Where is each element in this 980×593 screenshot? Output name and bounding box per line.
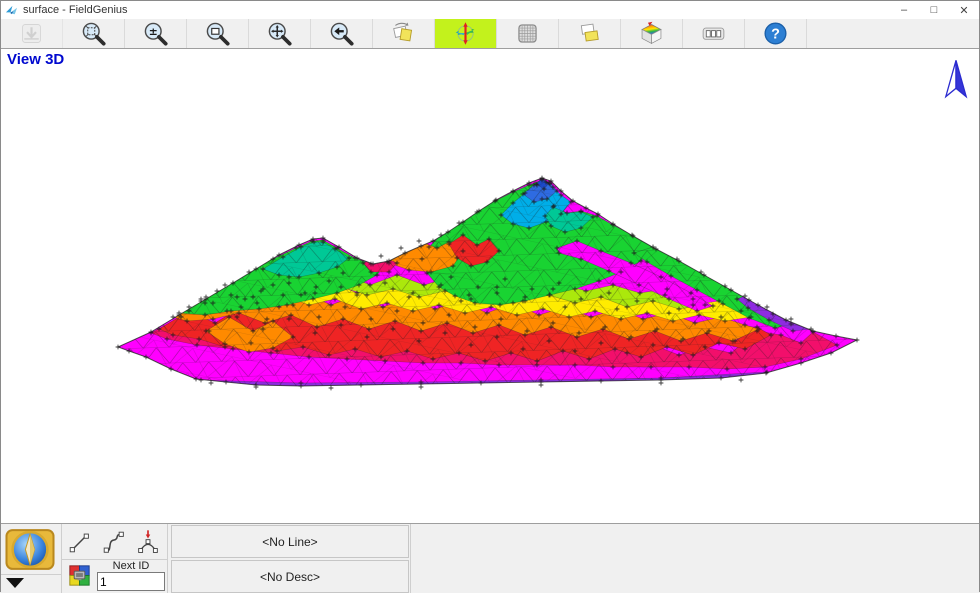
insert-node-button[interactable] <box>132 526 163 557</box>
toggles-icon <box>700 20 727 47</box>
draw-spline-button[interactable] <box>98 526 129 557</box>
band-saddle-orange <box>389 241 463 272</box>
zoom-window-icon <box>204 20 231 47</box>
band-crimson-sliver <box>363 256 397 272</box>
band-teal-right-strip <box>545 207 593 232</box>
band-orange-left-patch <box>206 317 293 352</box>
zoom-scale-button[interactable] <box>125 19 187 48</box>
cube-icon <box>638 20 665 47</box>
app-window: surface - FieldGenius – □ ✕ <box>0 0 980 592</box>
band-yellow-band <box>189 281 751 321</box>
zoom-pan-button[interactable] <box>249 19 311 48</box>
title-bar: surface - FieldGenius – □ ✕ <box>1 1 979 19</box>
band-yellowgreen-band <box>206 273 705 309</box>
map-canvas[interactable]: View 3D <box>1 49 979 523</box>
band-violet-ridge-wedge <box>737 296 811 331</box>
branch-icon <box>134 528 162 556</box>
no-desc-button[interactable]: <No Desc> <box>171 560 409 593</box>
zoom-previous-button[interactable] <box>311 19 373 48</box>
band-blue-cap <box>523 179 557 202</box>
grid-icon <box>514 20 541 47</box>
band-green-left-peak <box>179 240 387 315</box>
band-saddle-red <box>449 235 499 266</box>
rotate-view-button[interactable] <box>373 19 435 48</box>
window-title: surface - FieldGenius <box>23 4 889 16</box>
band-orange-band <box>173 293 759 341</box>
help-icon <box>762 20 789 47</box>
orbit-icon <box>452 20 479 47</box>
app-logo-icon <box>5 4 18 17</box>
band-teal-left-crest <box>263 242 349 277</box>
help-button[interactable] <box>745 19 807 48</box>
band-green-right-slope <box>634 247 791 328</box>
next-id-label: Next ID <box>97 560 165 572</box>
band-red-band <box>159 305 771 361</box>
zoom-scale-icon <box>142 20 169 47</box>
store-point-button[interactable] <box>1 19 63 48</box>
zoom-extents-button[interactable] <box>63 19 125 48</box>
bottom-toolbar: Next ID <No Line> <No Desc> <box>1 523 979 593</box>
toggles-button[interactable] <box>683 19 745 48</box>
instrument-dropdown-arrow[interactable] <box>6 578 24 588</box>
band-magenta-ridge-strip <box>557 241 713 311</box>
store-icon <box>18 20 45 47</box>
band-base-magenta <box>118 178 857 386</box>
toolbar <box>1 19 979 49</box>
display-options-button[interactable] <box>65 561 94 590</box>
grid-toggle-button[interactable] <box>497 19 559 48</box>
spline-icon <box>100 528 128 556</box>
layers-button[interactable] <box>559 19 621 48</box>
maximize-button[interactable]: □ <box>919 1 949 19</box>
zoom-pan-icon <box>266 20 293 47</box>
draw-line-button[interactable] <box>64 526 95 557</box>
zoom-window-button[interactable] <box>187 19 249 48</box>
rotate-view-icon <box>390 20 417 47</box>
view-mode-label: View 3D <box>7 51 64 68</box>
minimize-button[interactable]: – <box>889 1 919 19</box>
band-green-right-peak <box>422 180 653 305</box>
instrument-compass-button[interactable] <box>3 526 57 573</box>
band-cyan-right-peak <box>501 182 571 228</box>
zoom-extents-icon <box>80 20 107 47</box>
band-purple-bottom <box>201 372 767 388</box>
line-icon <box>66 528 94 556</box>
surface-3d-button[interactable] <box>621 19 683 48</box>
next-id-input[interactable] <box>97 572 165 591</box>
no-line-button[interactable]: <No Line> <box>171 525 409 558</box>
layers-icon <box>576 20 603 47</box>
band-blue-tip <box>536 179 549 189</box>
close-button[interactable]: ✕ <box>949 1 979 19</box>
orbit-3d-button[interactable] <box>435 19 497 48</box>
band-crimson-band <box>151 317 837 369</box>
north-arrow-icon <box>943 57 969 101</box>
zoom-prev-icon <box>328 20 355 47</box>
tin-surface <box>1 49 979 523</box>
